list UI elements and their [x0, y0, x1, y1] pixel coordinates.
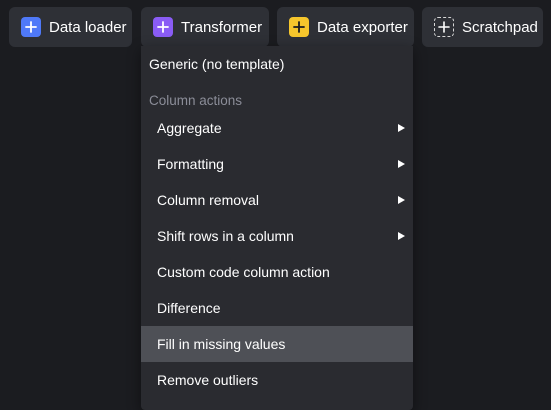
menu-item-shift-rows[interactable]: Shift rows in a column: [141, 218, 413, 254]
menu-item-generic[interactable]: Generic (no template): [141, 46, 413, 82]
data-exporter-label: Data exporter: [317, 18, 408, 36]
plus-icon: [21, 17, 41, 37]
transformer-dropdown-menu: Generic (no template) Column actions Agg…: [141, 46, 413, 410]
scratchpad-label: Scratchpad: [462, 18, 538, 36]
menu-item-label: Generic (no template): [149, 56, 285, 72]
menu-item-aggregate[interactable]: Aggregate: [141, 110, 413, 146]
menu-item-remove-outliers[interactable]: Remove outliers: [141, 362, 413, 398]
submenu-arrow-icon: [398, 160, 405, 168]
menu-item-label: Custom code column action: [157, 264, 330, 280]
submenu-arrow-icon: [398, 196, 405, 204]
submenu-arrow-icon: [398, 124, 405, 132]
menu-item-label: Difference: [157, 300, 221, 316]
data-exporter-button[interactable]: Data exporter: [277, 7, 414, 47]
data-loader-label: Data loader: [49, 18, 127, 36]
plus-icon: [289, 17, 309, 37]
menu-item-custom-code[interactable]: Custom code column action: [141, 254, 413, 290]
data-loader-button[interactable]: Data loader: [9, 7, 132, 47]
menu-item-formatting[interactable]: Formatting: [141, 146, 413, 182]
menu-item-fill-missing-values[interactable]: Fill in missing values: [141, 326, 413, 362]
menu-item-label: Remove outliers: [157, 372, 259, 388]
menu-item-difference[interactable]: Difference: [141, 290, 413, 326]
submenu-arrow-icon: [398, 232, 405, 240]
plus-icon: [434, 17, 454, 37]
scratchpad-button[interactable]: Scratchpad: [422, 7, 543, 47]
menu-item-label: Shift rows in a column: [157, 228, 294, 244]
menu-item-label: Fill in missing values: [157, 336, 286, 352]
menu-item-label: Column removal: [157, 192, 259, 208]
menu-item-label: Aggregate: [157, 120, 222, 136]
transformer-button[interactable]: Transformer: [141, 7, 269, 47]
plus-icon: [153, 17, 173, 37]
menu-item-label: Formatting: [157, 156, 224, 172]
menu-group-heading: Column actions: [149, 93, 243, 108]
menu-item-column-removal[interactable]: Column removal: [141, 182, 413, 218]
transformer-label: Transformer: [181, 18, 263, 36]
